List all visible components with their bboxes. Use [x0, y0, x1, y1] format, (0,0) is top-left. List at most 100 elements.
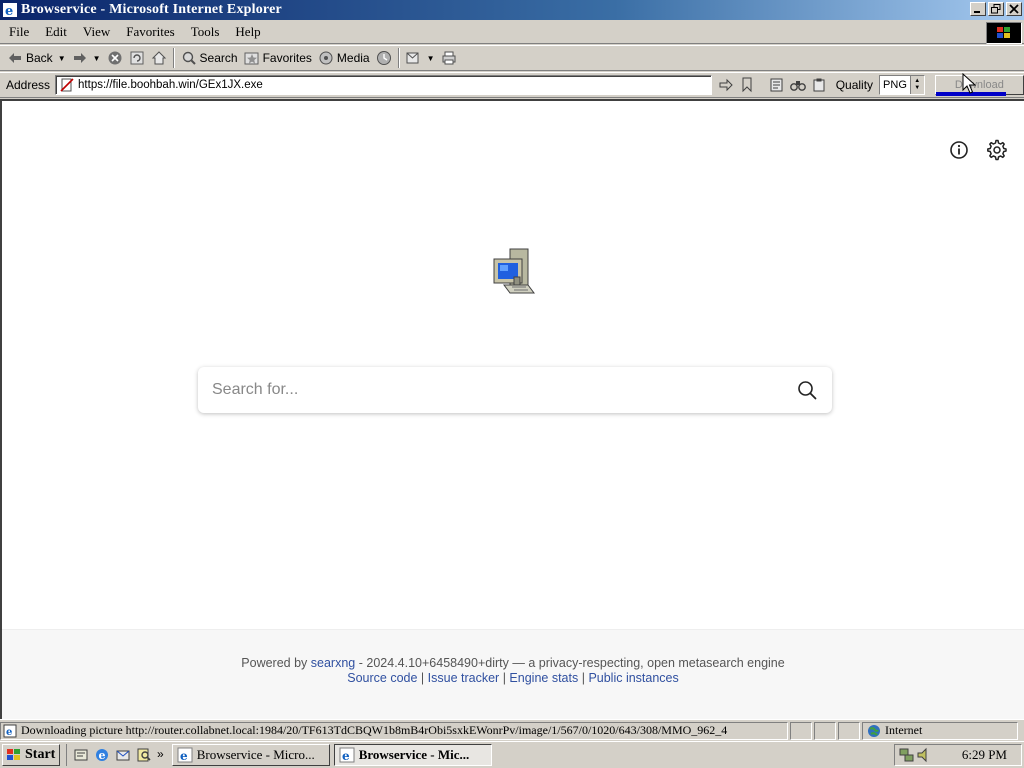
- menu-help[interactable]: Help: [227, 22, 268, 42]
- refresh-button[interactable]: [126, 47, 148, 69]
- broken-page-icon: [60, 78, 74, 92]
- status-text: Downloading picture http://router.collab…: [21, 723, 728, 737]
- task-browservice-2[interactable]: e Browservice - Mic...: [333, 744, 492, 766]
- source-code-link[interactable]: Source code: [347, 671, 417, 685]
- close-button[interactable]: [1006, 2, 1022, 16]
- quality-label: Quality: [835, 78, 874, 92]
- page-footer: Powered by searxng - 2024.4.10+6458490+d…: [2, 629, 1024, 719]
- outlook-express-icon[interactable]: [115, 747, 131, 763]
- search-input[interactable]: [212, 381, 796, 399]
- window-title: Browservice - Microsoft Internet Explore…: [21, 2, 282, 17]
- restore-button[interactable]: [988, 2, 1004, 16]
- public-instances-link[interactable]: Public instances: [588, 671, 678, 685]
- media-icon: [319, 51, 333, 65]
- page-viewport: Powered by searxng - 2024.4.10+6458490+d…: [0, 99, 1024, 719]
- search-globe-icon: [182, 51, 196, 65]
- find-page-icon[interactable]: [770, 78, 784, 92]
- show-desktop-icon[interactable]: [73, 747, 89, 763]
- status-cell: [838, 721, 860, 740]
- forward-dropdown-icon[interactable]: ▼: [93, 54, 101, 63]
- issue-tracker-link[interactable]: Issue tracker: [428, 671, 500, 685]
- media-label: Media: [336, 51, 370, 65]
- menu-tools[interactable]: Tools: [183, 22, 228, 42]
- quality-value: PNG: [883, 79, 907, 91]
- engine-stats-link[interactable]: Engine stats: [509, 671, 578, 685]
- download-button[interactable]: Download: [934, 75, 1024, 96]
- volume-icon[interactable]: [917, 747, 931, 763]
- svg-text:e: e: [6, 727, 12, 738]
- address-url: https://file.boohbah.win/GEx1JX.exe: [78, 79, 263, 91]
- search-launch-icon[interactable]: [136, 747, 152, 763]
- task-label: Browservice - Micro...: [196, 747, 315, 762]
- version-text: - 2024.4.10+6458490+dirty — a privacy-re…: [358, 656, 785, 670]
- more-chevron-icon[interactable]: »: [157, 747, 164, 763]
- mail-button[interactable]: ▼: [403, 47, 438, 69]
- print-button[interactable]: [438, 47, 460, 69]
- binoculars-icon[interactable]: [789, 78, 806, 92]
- clipboard-icon[interactable]: [812, 78, 826, 92]
- toolbar-separator: [172, 48, 175, 68]
- search-button[interactable]: Search: [178, 47, 241, 69]
- windows-flag-icon: [7, 749, 20, 760]
- start-button[interactable]: Start: [2, 744, 60, 766]
- zone-text: Internet: [885, 723, 923, 737]
- mail-dropdown-icon[interactable]: ▼: [427, 54, 435, 63]
- go-arrow-icon[interactable]: [718, 77, 734, 93]
- quality-spinner[interactable]: ▲ ▼: [909, 76, 924, 94]
- menu-file[interactable]: File: [0, 22, 37, 42]
- history-button[interactable]: [373, 47, 395, 69]
- searxng-link[interactable]: searxng: [311, 656, 355, 670]
- start-label: Start: [25, 747, 56, 762]
- home-button[interactable]: [148, 47, 170, 69]
- menu-favorites[interactable]: Favorites: [118, 22, 182, 42]
- favorites-star-icon: [244, 52, 259, 65]
- taskbar: Start e » e Browservice - Micro... e Bro…: [0, 741, 1024, 768]
- menu-bar: File Edit View Favorites Tools Help: [0, 21, 1024, 44]
- security-zone: Internet: [862, 721, 1018, 740]
- window-controls: [970, 2, 1022, 16]
- forward-button[interactable]: ▼: [69, 47, 104, 69]
- address-bar: Address https://file.boohbah.win/GEx1JX.…: [0, 72, 1024, 98]
- settings-gear-icon[interactable]: [986, 139, 1008, 161]
- stop-button[interactable]: [104, 47, 126, 69]
- quick-launch: e »: [66, 744, 164, 766]
- svg-text:e: e: [342, 749, 350, 763]
- clock[interactable]: 6:29 PM: [962, 747, 1007, 763]
- address-input[interactable]: https://file.boohbah.win/GEx1JX.exe: [55, 75, 712, 95]
- bookmark-icon[interactable]: [740, 77, 754, 93]
- ie-icon: e: [3, 3, 17, 18]
- media-button[interactable]: Media: [315, 47, 373, 69]
- system-tray: 6:29 PM: [894, 744, 1022, 766]
- menu-edit[interactable]: Edit: [37, 22, 75, 42]
- home-icon: [151, 51, 166, 65]
- back-dropdown-icon[interactable]: ▼: [58, 54, 66, 63]
- restore-icon: [991, 4, 1001, 14]
- search-box: [198, 367, 832, 413]
- search-icon[interactable]: [796, 379, 818, 401]
- ie-task-icon: e: [177, 747, 193, 763]
- page-top-icons: [948, 139, 1008, 161]
- windows-logo-throbber: [986, 22, 1022, 44]
- close-icon: [1009, 4, 1019, 14]
- network-icon[interactable]: [899, 747, 915, 763]
- favorites-label: Favorites: [262, 51, 312, 65]
- chevron-down-icon[interactable]: ▼: [914, 85, 920, 92]
- menu-view[interactable]: View: [75, 22, 118, 42]
- info-icon[interactable]: [948, 139, 970, 161]
- title-bar: e Browservice - Microsoft Internet Explo…: [0, 0, 1024, 20]
- chevron-up-icon[interactable]: ▲: [914, 78, 920, 85]
- back-label: Back: [26, 51, 53, 65]
- favorites-button[interactable]: Favorites: [241, 47, 315, 69]
- footer-line-1: Powered by searxng - 2024.4.10+6458490+d…: [2, 656, 1024, 671]
- address-label: Address: [6, 78, 51, 92]
- task-browservice-1[interactable]: e Browservice - Micro...: [171, 744, 330, 766]
- address-actions: [718, 77, 826, 93]
- footer-separator: |: [502, 671, 506, 685]
- minimize-button[interactable]: [970, 2, 986, 16]
- powered-by-text: Powered by: [241, 656, 308, 670]
- quality-select[interactable]: PNG ▲ ▼: [879, 75, 925, 95]
- windows-logo-icon: [997, 27, 1010, 38]
- back-button[interactable]: Back ▼: [4, 47, 69, 69]
- search-label: Search: [199, 51, 238, 65]
- ie-launch-icon[interactable]: e: [94, 747, 110, 763]
